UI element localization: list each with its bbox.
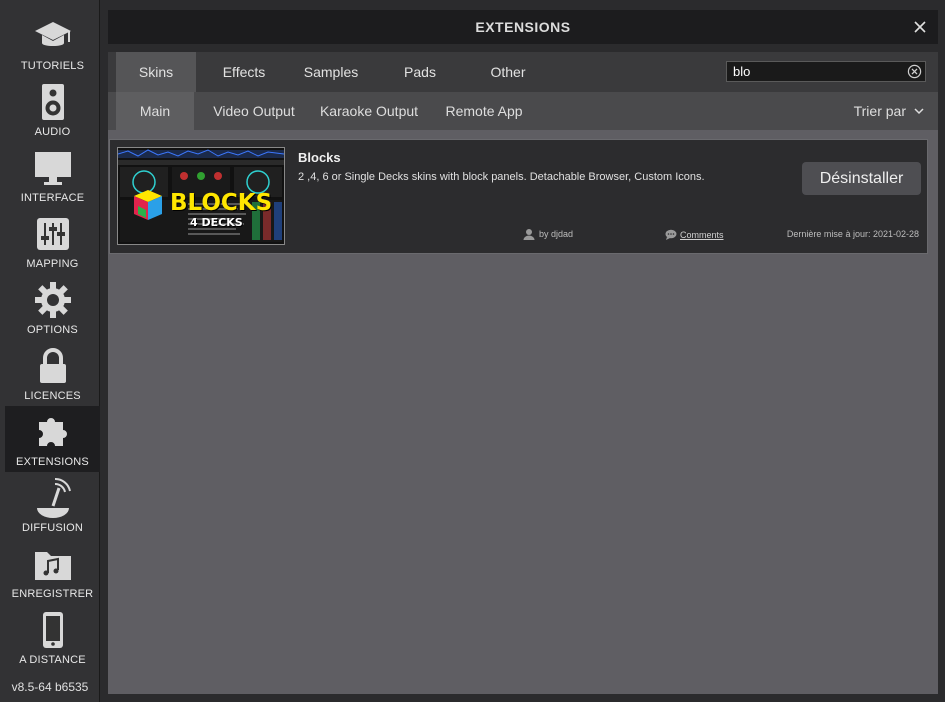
- comments-link[interactable]: Comments: [665, 229, 724, 240]
- window-title: EXTENSIONS: [475, 19, 571, 35]
- sidebar-item-a-distance[interactable]: A DISTANCE: [5, 604, 100, 670]
- author-name: by djdad: [539, 229, 574, 239]
- blocks-cube-logo-icon: [134, 190, 162, 220]
- sidebar-item-label: EXTENSIONS: [16, 456, 89, 468]
- sidebar-item-options[interactable]: OPTIONS: [5, 274, 100, 340]
- last-updated: Dernière mise à jour: 2021-02-28: [786, 229, 919, 239]
- broadcast-icon: [33, 478, 73, 518]
- tab-karaoke-output[interactable]: Karaoke Output: [316, 92, 422, 130]
- tab-remote-app[interactable]: Remote App: [440, 92, 528, 130]
- comment-bubble-icon: [665, 229, 677, 240]
- tab-effects[interactable]: Effects: [204, 52, 284, 92]
- sidebar-item-audio[interactable]: AUDIO: [5, 76, 100, 142]
- sort-label: Trier par: [853, 103, 906, 119]
- user-icon: [523, 229, 535, 240]
- sidebar-item-mapping[interactable]: MAPPING: [5, 208, 100, 274]
- clear-search-icon[interactable]: [907, 64, 922, 79]
- sidebar-item-label: MAPPING: [26, 258, 79, 270]
- sidebar-item-tutoriels[interactable]: TUTORIELS: [5, 10, 100, 76]
- sidebar-item-label: TUTORIELS: [20, 60, 85, 72]
- graduation-cap-icon: [33, 16, 73, 56]
- sidebar-item-label: LICENCES: [24, 390, 81, 402]
- search-box: [726, 61, 926, 82]
- sidebar-item-extensions[interactable]: EXTENSIONS: [5, 406, 100, 472]
- phone-icon: [33, 610, 73, 650]
- sidebar-item-licences[interactable]: LICENCES: [5, 340, 100, 406]
- comments-label: Comments: [680, 229, 724, 240]
- tab-main[interactable]: Main: [116, 92, 194, 130]
- speaker-icon: [33, 82, 73, 122]
- version-label: v8.5-64 b6535: [11, 680, 89, 694]
- window-titlebar: EXTENSIONS: [108, 10, 938, 44]
- tab-samples[interactable]: Samples: [292, 52, 370, 92]
- search-input[interactable]: [727, 62, 909, 81]
- close-icon: [914, 21, 926, 33]
- sub-tabs: Main Video Output Karaoke Output Remote …: [108, 92, 938, 130]
- extension-thumbnail: BLOCKS 4 DECKS: [117, 147, 285, 245]
- sidebar-item-label: ENREGISTRER: [11, 588, 94, 600]
- sidebar-item-label: AUDIO: [34, 126, 71, 138]
- sidebar-item-label: DIFFUSION: [21, 522, 84, 534]
- tab-video-output[interactable]: Video Output: [208, 92, 300, 130]
- lock-icon: [33, 346, 73, 386]
- thumbnail-logo-text: BLOCKS: [170, 190, 273, 216]
- extension-name: Blocks: [298, 150, 341, 165]
- extension-author: by djdad: [523, 228, 573, 240]
- uninstall-button[interactable]: Désinstaller: [802, 162, 921, 195]
- sort-dropdown[interactable]: Trier par: [854, 92, 924, 130]
- tab-skins[interactable]: Skins: [116, 52, 196, 92]
- sliders-icon: [33, 214, 73, 254]
- sidebar-item-label: OPTIONS: [27, 324, 78, 336]
- chevron-down-icon: [914, 108, 924, 115]
- tab-other[interactable]: Other: [468, 52, 548, 92]
- sidebar-item-label: A DISTANCE: [19, 654, 86, 666]
- tab-pads[interactable]: Pads: [380, 52, 460, 92]
- sidebar: TUTORIELS AUDIO INTERFACE MAPPING OPTION…: [0, 0, 100, 702]
- sidebar-item-enregistrer[interactable]: ENREGISTRER: [5, 538, 100, 604]
- gear-icon: [33, 280, 73, 320]
- music-folder-icon: [33, 544, 73, 584]
- sidebar-item-interface[interactable]: INTERFACE: [5, 142, 100, 208]
- extension-description: 2 ,4, 6 or Single Decks skins with block…: [298, 171, 705, 183]
- close-button[interactable]: [910, 17, 930, 37]
- sidebar-item-label: INTERFACE: [20, 192, 85, 204]
- sidebar-item-diffusion[interactable]: DIFFUSION: [5, 472, 100, 538]
- extension-card[interactable]: BLOCKS 4 DECKS Blocks 2 ,4, 6 or Single …: [109, 139, 928, 254]
- puzzle-icon: [33, 412, 73, 452]
- thumbnail-sub-text: 4 DECKS: [190, 216, 243, 229]
- monitor-icon: [33, 148, 73, 188]
